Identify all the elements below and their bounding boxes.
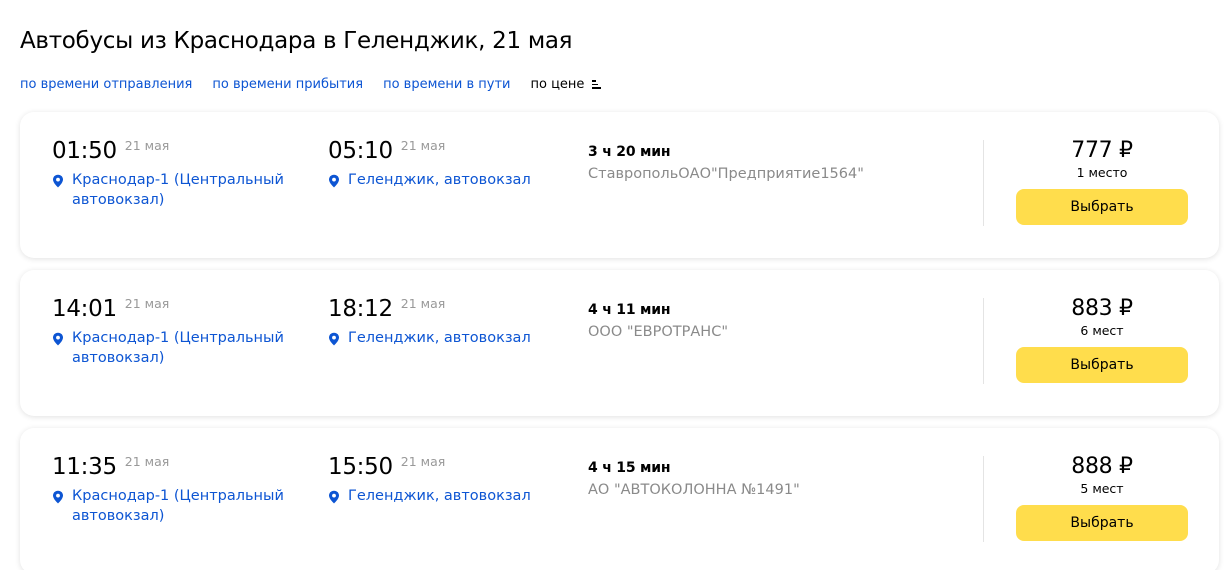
price-block: 888 ₽ 5 мест Выбрать <box>1016 454 1188 541</box>
trip-card[interactable]: 11:35 21 мая Краснодар-1 (Центральный ав… <box>20 428 1219 570</box>
location-pin-icon <box>53 174 63 188</box>
arrival-date: 21 мая <box>400 138 446 153</box>
sort-by-departure-link[interactable]: по времени отправления <box>20 77 192 92</box>
carrier-name: СтавропольОАО"Предприятие1564" <box>588 166 864 182</box>
departure-date: 21 мая <box>124 454 170 469</box>
arrival-time: 15:50 <box>328 454 393 480</box>
price: 777 ₽ <box>1071 138 1133 163</box>
carrier-name: ООО "ЕВРОТРАНС" <box>588 324 729 340</box>
select-trip-button[interactable]: Выбрать <box>1016 189 1188 225</box>
divider <box>983 456 984 542</box>
seats-available: 5 мест <box>1080 481 1124 496</box>
arrival-station-link[interactable]: Геленджик, автовокзал <box>348 328 568 348</box>
trip-duration: 3 ч 20 мин <box>588 144 671 160</box>
sort-ascending-icon[interactable] <box>592 79 602 89</box>
departure-date: 21 мая <box>124 138 170 153</box>
location-pin-icon <box>329 332 339 346</box>
price-block: 777 ₽ 1 место Выбрать <box>1016 138 1188 225</box>
arrival-time: 18:12 <box>328 296 393 322</box>
departure-time: 11:35 <box>52 454 117 480</box>
arrival-date: 21 мая <box>400 296 446 311</box>
trip-info: 4 ч 11 мин ООО "ЕВРОТРАНС" <box>588 302 728 340</box>
departure-date: 21 мая <box>124 296 170 311</box>
departure-station-link[interactable]: Краснодар-1 (Центральный автовокзал) <box>72 486 292 526</box>
departure-station-link[interactable]: Краснодар-1 (Центральный автовокзал) <box>72 170 292 210</box>
location-pin-icon <box>329 490 339 504</box>
departure-time: 01:50 <box>52 138 117 164</box>
departure-block: 11:35 21 мая Краснодар-1 (Центральный ав… <box>52 454 292 526</box>
arrival-date: 21 мая <box>400 454 446 469</box>
carrier-name: АО "АВТОКОЛОННА №1491" <box>588 482 800 498</box>
trip-info: 4 ч 15 мин АО "АВТОКОЛОННА №1491" <box>588 460 800 498</box>
arrival-block: 15:50 21 мая Геленджик, автовокзал <box>328 454 568 506</box>
trip-info: 3 ч 20 мин СтавропольОАО"Предприятие1564… <box>588 144 864 182</box>
trip-duration: 4 ч 11 мин <box>588 302 671 318</box>
location-pin-icon <box>53 490 63 504</box>
arrival-block: 18:12 21 мая Геленджик, автовокзал <box>328 296 568 348</box>
seats-available: 6 мест <box>1080 323 1124 338</box>
divider <box>983 140 984 226</box>
trip-card[interactable]: 01:50 21 мая Краснодар-1 (Центральный ав… <box>20 112 1219 258</box>
trip-duration: 4 ч 15 мин <box>588 460 671 476</box>
select-trip-button[interactable]: Выбрать <box>1016 347 1188 383</box>
trip-card[interactable]: 14:01 21 мая Краснодар-1 (Центральный ав… <box>20 270 1219 416</box>
price-block: 883 ₽ 6 мест Выбрать <box>1016 296 1188 383</box>
seats-available: 1 место <box>1076 165 1128 180</box>
departure-block: 01:50 21 мая Краснодар-1 (Центральный ав… <box>52 138 292 210</box>
sort-bar: по времени отправления по времени прибыт… <box>20 75 602 93</box>
sort-by-duration-link[interactable]: по времени в пути <box>383 77 510 92</box>
location-pin-icon <box>329 174 339 188</box>
departure-station-link[interactable]: Краснодар-1 (Центральный автовокзал) <box>72 328 292 368</box>
departure-block: 14:01 21 мая Краснодар-1 (Центральный ав… <box>52 296 292 368</box>
arrival-station-link[interactable]: Геленджик, автовокзал <box>348 170 568 190</box>
page-title: Автобусы из Краснодара в Геленджик, 21 м… <box>20 28 573 54</box>
select-trip-button[interactable]: Выбрать <box>1016 505 1188 541</box>
sort-by-arrival-link[interactable]: по времени прибытия <box>212 77 363 92</box>
arrival-block: 05:10 21 мая Геленджик, автовокзал <box>328 138 568 190</box>
arrival-station-link[interactable]: Геленджик, автовокзал <box>348 486 568 506</box>
price: 883 ₽ <box>1071 296 1133 321</box>
divider <box>983 298 984 384</box>
price: 888 ₽ <box>1071 454 1133 479</box>
sort-by-price-link[interactable]: по цене <box>531 77 585 92</box>
location-pin-icon <box>53 332 63 346</box>
departure-time: 14:01 <box>52 296 117 322</box>
arrival-time: 05:10 <box>328 138 393 164</box>
